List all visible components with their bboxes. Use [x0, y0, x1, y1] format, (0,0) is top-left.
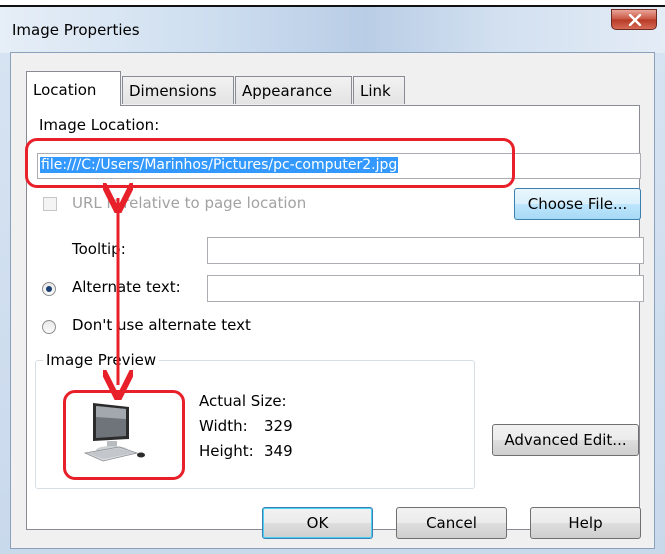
tab-location-label: Location: [33, 81, 97, 99]
tab-location[interactable]: Location: [26, 71, 121, 106]
